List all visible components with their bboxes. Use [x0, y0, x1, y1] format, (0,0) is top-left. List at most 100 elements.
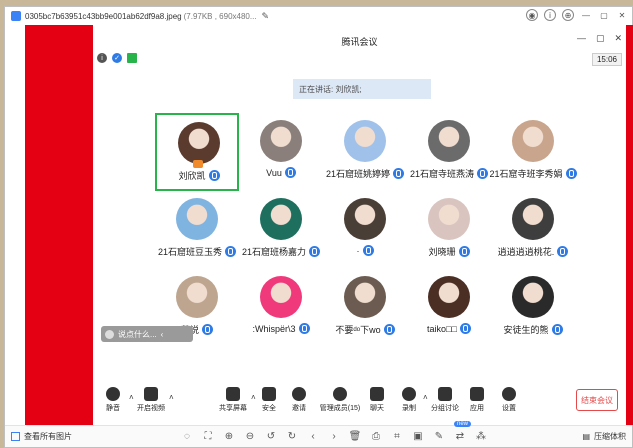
video-button[interactable]: 开启视频 [131, 387, 171, 413]
participant-name: taiko□□ [427, 323, 457, 334]
microphone-icon [383, 324, 395, 335]
crop-icon[interactable]: ⌗ [391, 431, 403, 443]
compress-icon: ▤ [582, 432, 590, 441]
print-icon[interactable]: ⎙ [370, 431, 382, 443]
microphone-icon [106, 387, 120, 401]
info-icon[interactable]: i [97, 53, 107, 63]
microphone-icon [298, 323, 310, 334]
delete-icon[interactable]: 🗑 [349, 431, 362, 443]
view-all-images-button[interactable]: 查看所有图片 [11, 431, 72, 442]
compress-label: 压缩体积 [594, 432, 626, 441]
participant-tile[interactable]: 21石窟寺班李秀娟 [489, 113, 577, 191]
maximize-button[interactable]: ▢ [598, 9, 610, 21]
participant-tile[interactable]: 不要ᵈᵒ下wo [323, 269, 407, 347]
record-icon [402, 387, 416, 401]
viewer-window-controls: ◉ i ⊕ — ▢ ✕ [526, 9, 628, 21]
video-options-chevron-icon[interactable]: ˄ [169, 393, 174, 402]
invite-button[interactable]: 邀请 [279, 387, 319, 413]
share-screen-button[interactable]: 共享屏幕 [213, 387, 253, 413]
avatar [428, 198, 470, 240]
microphone-icon [362, 245, 374, 256]
participant-tile[interactable]: 21石窟班杨嘉力 [239, 191, 323, 269]
minimize-button[interactable]: — [580, 9, 592, 21]
participant-tile[interactable]: 安徒生的熊 [491, 269, 575, 347]
markup-icon[interactable]: ✎ [433, 431, 445, 443]
avatar [260, 276, 302, 318]
zoom-in-icon[interactable]: ⊕ [223, 431, 235, 443]
new-badge: new [454, 421, 472, 427]
avatar [512, 276, 554, 318]
chat-bubble-icon [370, 387, 384, 401]
red-background-left [25, 25, 93, 425]
pin-icon[interactable]: ⊕ [562, 9, 574, 21]
participant-name: 21石窟班豆玉秀 [157, 247, 222, 257]
meeting-minimize-button[interactable]: — [577, 33, 586, 44]
avatar [428, 120, 470, 162]
shield-icon [262, 387, 276, 401]
info-icon[interactable]: i [544, 9, 556, 21]
participant-name: 不要ᵈᵒ下wo [335, 325, 381, 335]
participant-name: 逍逍逍逍桃花. [497, 247, 555, 257]
microphone-icon [202, 324, 213, 335]
microphone-icon [557, 246, 569, 257]
camera-off-icon [144, 387, 158, 401]
chat-input-pill[interactable]: 说点什么... ‹ [101, 326, 193, 342]
avatar [176, 198, 218, 240]
zoom-out-icon[interactable]: ⊖ [244, 431, 256, 443]
share-label: 共享屏幕 [219, 405, 247, 412]
image-viewer-window: 0305bc7b63951c43bb9e001ab62df9a8.jpeg (7… [4, 6, 633, 448]
image-edit-icon[interactable]: ▣ [412, 431, 424, 443]
previous-icon[interactable]: ‹ [307, 431, 319, 443]
mute-button[interactable]: 静音 [93, 387, 133, 413]
record-label: 录制 [402, 405, 416, 412]
members-icon [333, 387, 347, 401]
rotate-right-icon[interactable]: ↻ [286, 431, 298, 443]
meeting-time: 15:06 [591, 53, 622, 66]
red-background-right [626, 25, 633, 425]
edit-icon[interactable]: ✎ [262, 11, 270, 22]
participant-name: 刘晓珊 [428, 247, 456, 257]
end-meeting-button[interactable]: 结束会议 [576, 389, 618, 411]
participant-name-row: 21石窟寺班李秀娟 [479, 167, 587, 180]
avatar [260, 198, 302, 240]
apps-label: 应用 [470, 405, 484, 412]
view-all-label: 查看所有图片 [24, 432, 72, 441]
meeting-screenshot: 腾讯会议 — ▢ ✕ i ✓ 15:06 正在讲话: 刘欣凯; 刘欣凯 Vuu 21… [25, 25, 633, 425]
tencent-meeting-window: 腾讯会议 — ▢ ✕ i ✓ 15:06 正在讲话: 刘欣凯; 刘欣凯 Vuu 21… [93, 25, 626, 425]
share-icon[interactable]: ◉ [526, 9, 538, 21]
signal-icon[interactable] [127, 53, 137, 63]
meeting-title: 腾讯会议 [341, 37, 378, 47]
participant-tile[interactable]: 逍逍逍逍桃花. [491, 191, 575, 269]
microphone-icon [459, 323, 471, 334]
meeting-toolbar: 静音 ˄ 开启视频 ˄ 共享屏幕 ˄ 安全 邀请 管理成员(15) 聊天 录制 … [93, 383, 626, 425]
mouse-icon[interactable]: ◌ [181, 431, 193, 443]
participant-grid: 刘欣凯 Vuu 21石窟班姚婷婷 21石窟寺班燕涛 21石窟寺班李秀娟 21石窟班豆玉秀 2… [93, 113, 626, 353]
meeting-close-button[interactable]: ✕ [614, 33, 622, 44]
breakout-label: 分组讨论 [431, 405, 459, 412]
microphone-icon [284, 167, 296, 178]
translate-icon[interactable]: ⇄ [454, 431, 466, 443]
participant-tile[interactable]: 刘欣凯 [155, 113, 239, 191]
breakout-icon [438, 387, 452, 401]
next-icon[interactable]: › [328, 431, 340, 443]
collapse-chat-icon[interactable]: ‹ [161, 330, 164, 339]
compress-button[interactable]: ▤ 压缩体积 [582, 431, 626, 442]
meeting-maximize-button[interactable]: ▢ [596, 33, 605, 44]
avatar [428, 276, 470, 318]
close-button[interactable]: ✕ [616, 9, 628, 21]
shield-icon[interactable]: ✓ [112, 53, 122, 63]
participant-name-row: 逍逍逍逍桃花. [479, 245, 587, 258]
chat-icon [105, 329, 114, 339]
avatar [260, 120, 302, 162]
participant-name: 21石窟寺班燕涛 [409, 169, 474, 179]
fit-icon[interactable]: ⛶ [202, 431, 214, 443]
apps-grid-icon [470, 387, 484, 401]
add-person-icon [292, 387, 306, 401]
settings-button[interactable]: 设置 [489, 387, 529, 413]
more-apps-icon[interactable]: ⁂ [475, 431, 487, 443]
host-badge-icon [193, 160, 203, 168]
avatar [344, 120, 386, 162]
rotate-left-icon[interactable]: ↺ [265, 431, 277, 443]
avatar [176, 276, 218, 318]
viewer-tools: ◌ ⛶ ⊕ ⊖ ↺ ↻ ‹ › 🗑 ⎙ ⌗ ▣ ✎ ⇄ ⁂ [181, 431, 487, 443]
